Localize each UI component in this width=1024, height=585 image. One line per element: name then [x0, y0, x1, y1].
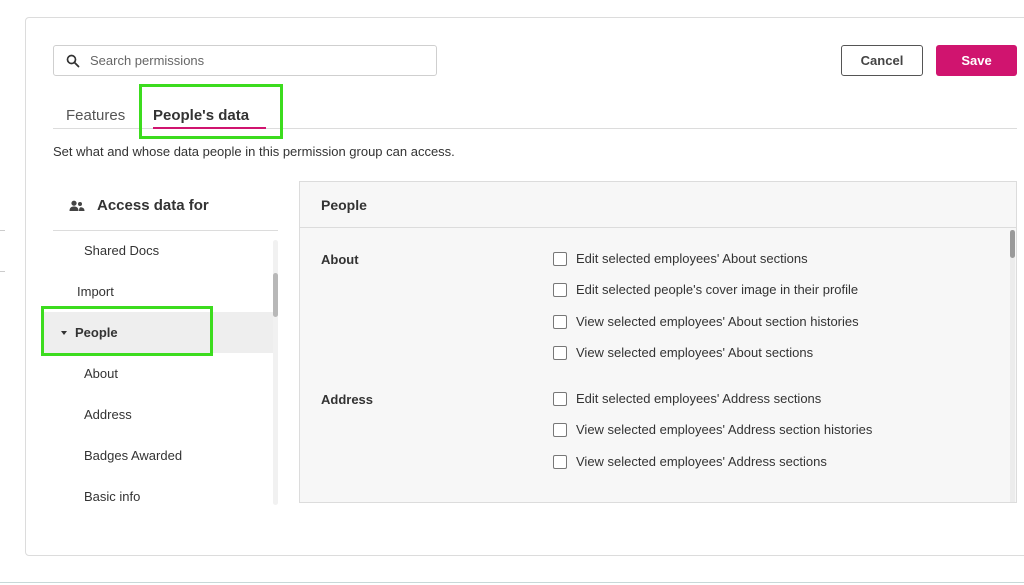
panel-scrollbar[interactable]: [1010, 230, 1015, 502]
cancel-button[interactable]: Cancel: [841, 45, 923, 76]
section-title-address: Address: [321, 392, 374, 407]
divider: [0, 271, 5, 272]
permission-checkbox[interactable]: [553, 282, 567, 297]
permission-checkbox[interactable]: [553, 345, 567, 360]
nav-item-basic-info[interactable]: Basic info: [41, 476, 273, 504]
permission-label: Edit selected employees' Address section…: [576, 391, 822, 406]
permission-label: View selected employees' About sections: [576, 345, 814, 360]
permission-item[interactable]: Edit selected people's cover image in th…: [553, 282, 858, 297]
page: Cancel Save Features People's data Set w…: [0, 0, 1024, 585]
search-icon: [66, 54, 80, 67]
permission-item[interactable]: View selected employees' About sections: [553, 345, 813, 360]
active-tab-indicator: [153, 127, 266, 129]
permission-checkbox[interactable]: [553, 422, 567, 437]
nav-item-label: Import: [77, 284, 114, 299]
permission-item[interactable]: Edit selected employees' About sections: [553, 251, 808, 266]
permission-checkbox[interactable]: [553, 314, 567, 329]
divider: [0, 582, 1024, 583]
tab-bar: Features People's data: [53, 100, 1017, 129]
permission-checkbox[interactable]: [553, 454, 567, 469]
divider: [0, 230, 5, 231]
permission-checkbox[interactable]: [553, 391, 567, 406]
permission-label: View selected employees' Address section…: [576, 454, 827, 469]
search-box[interactable]: [53, 45, 437, 76]
permission-item[interactable]: View selected employees' Address section…: [553, 454, 827, 469]
permission-label: View selected employees' About section h…: [576, 314, 859, 329]
permission-label: View selected employees' Address section…: [576, 422, 873, 437]
caret-down-icon: [61, 330, 67, 335]
nav-item-people[interactable]: People: [41, 312, 273, 353]
nav-item-label: People: [75, 325, 118, 340]
tab-peoples-data[interactable]: People's data: [153, 107, 249, 124]
nav-item-shared-docs[interactable]: Shared Docs: [41, 232, 273, 271]
nav-item-address[interactable]: Address: [41, 394, 273, 435]
save-button[interactable]: Save: [936, 45, 1017, 76]
access-data-header: Access data for: [53, 181, 278, 231]
permission-label: Edit selected people's cover image in th…: [576, 282, 859, 297]
permission-checkbox[interactable]: [553, 251, 567, 266]
permission-item[interactable]: View selected employees' About section h…: [553, 314, 859, 329]
nav-item-about[interactable]: About: [41, 353, 273, 394]
left-nav-scroll-thumb[interactable]: [273, 273, 278, 317]
nav-item-label: Basic info: [84, 489, 141, 504]
panel-scroll-thumb[interactable]: [1010, 230, 1015, 258]
permission-item[interactable]: Edit selected employees' Address section…: [553, 391, 821, 406]
nav-item-badges-awarded[interactable]: Badges Awarded: [41, 435, 273, 476]
nav-item-label: Shared Docs: [84, 243, 160, 258]
panel-title: People: [300, 182, 1016, 228]
page-description: Set what and whose data people in this p…: [53, 144, 455, 159]
permission-label: Edit selected employees' About sections: [576, 251, 808, 266]
nav-item-label: About: [84, 366, 118, 381]
permission-item[interactable]: View selected employees' Address section…: [553, 422, 872, 437]
nav-item-import[interactable]: Import: [41, 271, 273, 312]
permissions-panel: People About Edit selected employees' Ab…: [299, 181, 1017, 503]
nav-item-label: Address: [84, 407, 132, 422]
section-title-about: About: [321, 252, 359, 267]
people-icon: [69, 200, 85, 211]
search-input[interactable]: [90, 53, 410, 68]
left-nav: Shared Docs Import People About Address …: [41, 232, 278, 504]
nav-item-label: Badges Awarded: [84, 448, 183, 463]
tab-features[interactable]: Features: [66, 107, 125, 124]
access-data-label: Access data for: [97, 197, 209, 214]
